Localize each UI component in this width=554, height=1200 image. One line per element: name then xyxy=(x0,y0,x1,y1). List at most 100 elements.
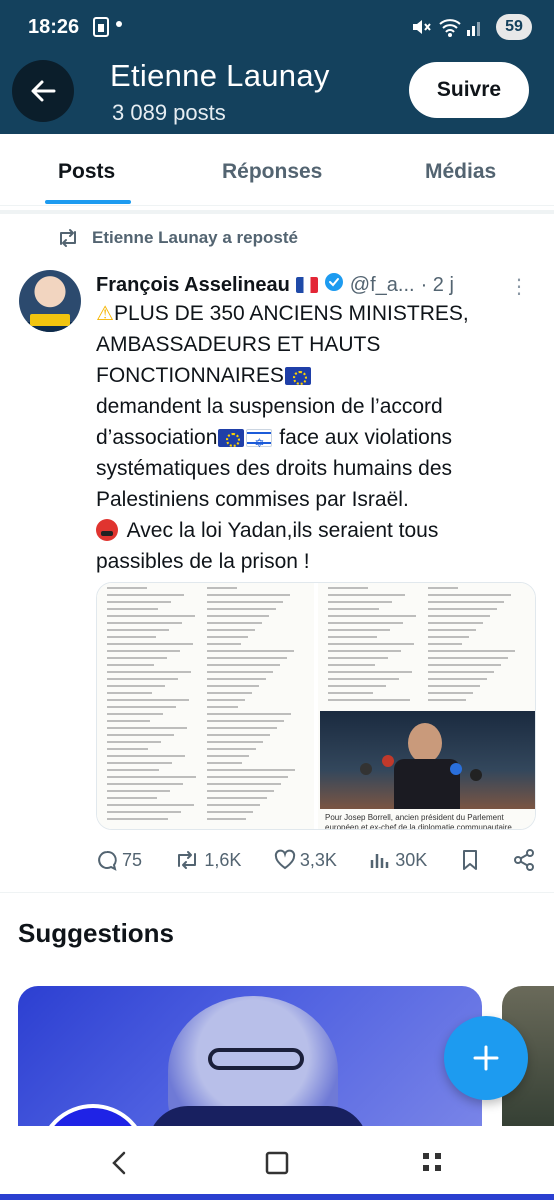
document-text-line xyxy=(428,629,476,631)
compose-button[interactable] xyxy=(444,1016,528,1100)
tweet-text: ⚠PLUS DE 350 ANCIENS MINISTRES, AMBASSAD… xyxy=(96,298,516,577)
document-text-line xyxy=(428,685,480,687)
document-text-line xyxy=(107,650,180,652)
tweet-media[interactable]: Pour Josep Borrell, ancien président du … xyxy=(96,582,536,830)
document-text-line xyxy=(328,664,375,666)
author-handle[interactable]: @f_a... xyxy=(350,274,415,297)
document-text-line xyxy=(107,713,163,715)
bookmark-icon xyxy=(462,850,477,870)
battery-indicator: 59 xyxy=(496,14,532,40)
document-text-line xyxy=(328,601,392,603)
document-text-line xyxy=(328,629,390,631)
document-text-line xyxy=(328,685,386,687)
profile-tabs: Posts Réponses Médias xyxy=(0,134,554,206)
document-text-line xyxy=(428,678,487,680)
bookmark-button[interactable] xyxy=(460,849,480,871)
document-text-line xyxy=(328,671,412,673)
document-text-line xyxy=(428,594,511,596)
document-text-line xyxy=(207,811,253,813)
author-name[interactable]: François Asselineau xyxy=(96,274,290,297)
heart-icon xyxy=(274,849,295,870)
document-text-line xyxy=(328,650,401,652)
arrow-left-icon xyxy=(31,80,56,102)
document-text-line xyxy=(428,692,473,694)
document-text-line xyxy=(107,636,156,638)
tweet-actions: 75 1,6K 3,3K 30K xyxy=(96,842,536,878)
tweet-author-line: François Asselineau @f_a... · 2 j xyxy=(96,272,516,298)
document-text-line xyxy=(328,622,403,624)
document-text-line xyxy=(207,601,283,603)
document-text-line xyxy=(107,755,185,757)
back-button[interactable] xyxy=(12,60,74,122)
document-text-line xyxy=(207,762,242,764)
signal-icon xyxy=(466,16,484,43)
document-text-line xyxy=(428,636,469,638)
suggestions-title: Suggestions xyxy=(18,918,175,948)
document-text-line xyxy=(207,608,276,610)
document-text-line xyxy=(107,776,196,778)
document-text-line xyxy=(107,790,170,792)
document-text-line xyxy=(107,720,150,722)
document-text-line xyxy=(107,741,161,743)
document-text-line xyxy=(107,762,172,764)
document-text-line xyxy=(207,734,270,736)
follow-button[interactable]: Suivre xyxy=(409,62,529,118)
repost-indicator[interactable]: Etienne Launay a reposté xyxy=(56,228,298,248)
document-text-line xyxy=(207,629,255,631)
document-text-line xyxy=(107,685,165,687)
nav-recents-icon[interactable] xyxy=(420,1150,446,1181)
reply-count: 75 xyxy=(122,849,143,870)
profile-header: Etienne Launay 3 089 posts Suivre xyxy=(0,56,554,134)
document-text-line xyxy=(207,685,259,687)
document-text-line xyxy=(328,587,368,589)
like-button[interactable]: 3,3K xyxy=(274,849,337,871)
document-text-line xyxy=(207,650,294,652)
document-text-line xyxy=(207,643,241,645)
document-text-line xyxy=(428,587,458,589)
tab-posts[interactable]: Posts xyxy=(58,160,115,184)
wifi-icon xyxy=(438,16,462,43)
nav-home-icon[interactable] xyxy=(264,1150,290,1181)
verified-badge-icon xyxy=(324,272,344,298)
document-text-line xyxy=(207,776,288,778)
share-button[interactable] xyxy=(512,849,536,871)
suggestion-card[interactable] xyxy=(18,986,482,1146)
document-text-line xyxy=(328,608,379,610)
document-text-line xyxy=(428,608,497,610)
nav-back-icon[interactable] xyxy=(108,1150,132,1181)
document-text-line xyxy=(328,699,410,701)
tab-media[interactable]: Médias xyxy=(425,160,496,184)
author-avatar[interactable] xyxy=(19,270,81,332)
notification-dot-icon xyxy=(114,16,124,43)
reply-button[interactable]: 75 xyxy=(96,849,142,871)
document-text-line xyxy=(107,678,178,680)
document-text-line xyxy=(107,769,159,771)
repost-button[interactable]: 1,6K xyxy=(174,849,241,871)
like-count: 3,3K xyxy=(299,849,337,870)
document-text-line xyxy=(207,741,263,743)
document-text-line xyxy=(207,636,248,638)
more-options-icon[interactable]: ⋮ xyxy=(509,274,530,299)
france-flag-icon xyxy=(295,277,318,293)
status-bar: 18:26 59 xyxy=(0,0,554,56)
document-text-line xyxy=(207,818,246,820)
views-button[interactable]: 30K xyxy=(369,849,427,871)
document-text-line xyxy=(107,657,167,659)
active-tab-indicator xyxy=(45,200,131,204)
document-text-line xyxy=(207,748,256,750)
document-text-line xyxy=(207,615,269,617)
document-text-line xyxy=(107,797,157,799)
document-text-line xyxy=(107,643,193,645)
media-image-1[interactable] xyxy=(97,583,314,829)
cursing-face-emoji-icon xyxy=(96,519,118,541)
tab-replies[interactable]: Réponses xyxy=(222,160,322,184)
eu-flag-icon xyxy=(284,367,311,385)
israel-flag-icon xyxy=(246,428,273,459)
document-text-line xyxy=(207,699,245,701)
document-text-line xyxy=(328,636,377,638)
document-text-line xyxy=(107,818,168,820)
document-text-line xyxy=(107,601,171,603)
document-text-line xyxy=(328,615,416,617)
document-text-line xyxy=(107,811,181,813)
document-text-line xyxy=(207,713,291,715)
